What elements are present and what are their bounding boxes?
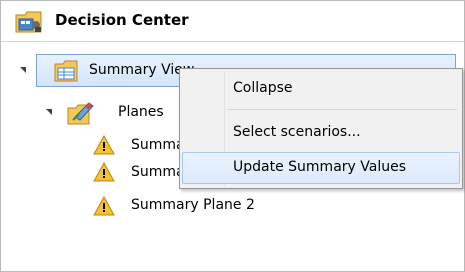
menu-item-label: Select scenarios...: [233, 124, 361, 140]
menu-separator: [227, 109, 457, 110]
warning-icon: [93, 134, 115, 155]
summary-view-icon: [53, 59, 79, 83]
page-title: Decision Center: [55, 11, 189, 29]
menu-item-update-summary-values[interactable]: Update Summary Values: [182, 152, 460, 184]
decision-center-icon: [15, 8, 43, 34]
menu-item-label: Collapse: [233, 80, 293, 96]
tree-label-summary-plane[interactable]: Summary Plane 1: [131, 164, 181, 180]
panel-header: Decision Center: [1, 1, 464, 42]
expand-arrow-icon[interactable]: [20, 67, 26, 73]
tree-label-planes[interactable]: Planes: [118, 104, 164, 120]
menu-item-select-scenarios[interactable]: Select scenarios...: [182, 117, 460, 149]
warning-icon: [93, 195, 115, 216]
warning-icon: [93, 161, 115, 182]
tree-label-summary-plane[interactable]: Summary Plane 2: [131, 197, 255, 213]
context-menu: Collapse Select scenarios... Update Summ…: [179, 68, 463, 189]
expand-arrow-icon[interactable]: [46, 109, 52, 115]
planes-icon: [67, 100, 95, 126]
tree-label-summary-plane[interactable]: Summary Plane 0: [131, 137, 181, 153]
menu-item-label: Update Summary Values: [233, 159, 406, 175]
menu-item-collapse[interactable]: Collapse: [182, 73, 460, 105]
